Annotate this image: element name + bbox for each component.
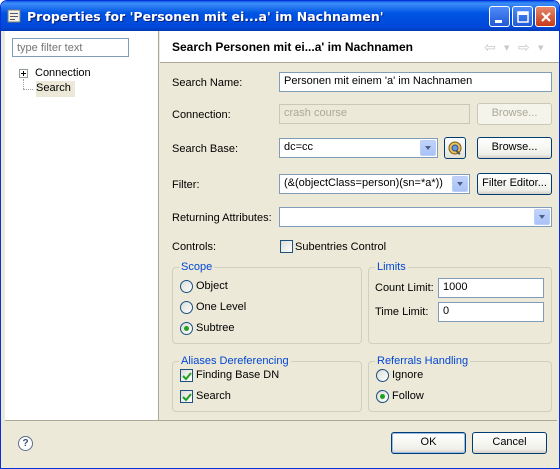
search-alias-checkbox[interactable] <box>180 390 193 403</box>
filter-editor-label: Filter Editor... <box>482 177 547 189</box>
controls-label: Controls: <box>172 241 217 253</box>
search-base-combo[interactable]: dc=cc <box>279 138 438 158</box>
minimize-icon <box>495 20 502 23</box>
subentries-control-checkbox[interactable] <box>280 240 293 253</box>
ok-button[interactable]: OK <box>391 432 466 454</box>
maximize-icon <box>517 11 529 23</box>
scope-one-level-radio[interactable] <box>180 301 193 314</box>
referrals-follow-radio[interactable] <box>376 390 389 403</box>
scope-group: Scope Object One Level Subtree <box>172 261 362 344</box>
properties-dialog: Properties for 'Personen mit ei...a' im … <box>0 0 560 469</box>
maximize-button[interactable] <box>512 6 533 27</box>
scope-subtree-radio[interactable] <box>180 322 193 335</box>
connection-label: Connection: <box>172 109 231 121</box>
limits-group: Limits Count Limit: 1000 Time Limit: 0 <box>368 261 552 344</box>
window-title: Properties for 'Personen mit ei...a' im … <box>27 9 384 24</box>
page-title: Search Personen mit ei...a' im Nachnamen <box>172 40 413 54</box>
count-limit-field[interactable]: 1000 <box>438 278 544 298</box>
preference-tree-pane: Connection Search <box>5 31 159 420</box>
chevron-down-icon[interactable] <box>534 209 550 225</box>
aliases-dereferencing-group: Aliases Dereferencing Finding Base DN Se… <box>172 355 362 412</box>
forward-dropdown-icon[interactable]: ▼ <box>538 44 543 52</box>
returning-attributes-combo[interactable] <box>279 207 552 227</box>
back-dropdown-icon[interactable]: ▼ <box>504 44 509 52</box>
scope-subtree-label[interactable]: Subtree <box>196 322 235 334</box>
chevron-down-icon[interactable] <box>452 176 468 192</box>
referrals-handling-group: Referrals Handling Ignore Follow <box>368 355 552 412</box>
referrals-group-title: Referrals Handling <box>375 355 471 367</box>
referrals-ignore-label[interactable]: Ignore <box>392 369 423 381</box>
search-name-field[interactable]: Personen mit einem 'a' im Nachnamen <box>279 72 552 92</box>
referrals-ignore-radio[interactable] <box>376 369 389 382</box>
tree-item-connection[interactable]: Connection <box>35 67 91 79</box>
tree-item-search[interactable]: Search <box>36 82 71 94</box>
directory-search-icon <box>448 141 462 155</box>
filter-text-input[interactable] <box>12 38 129 57</box>
connection-field: crash course <box>279 104 470 124</box>
scope-object-radio[interactable] <box>180 280 193 293</box>
chevron-down-icon[interactable] <box>420 140 436 156</box>
search-base-history-button[interactable] <box>444 137 466 159</box>
ok-label: OK <box>420 436 437 448</box>
help-icon[interactable]: ? <box>18 436 33 451</box>
limits-group-title: Limits <box>375 261 408 273</box>
count-limit-label: Count Limit: <box>375 282 434 294</box>
close-icon <box>541 12 551 22</box>
time-limit-field[interactable]: 0 <box>438 302 544 322</box>
filter-editor-button[interactable]: Filter Editor... <box>477 173 552 195</box>
finding-base-dn-checkbox[interactable] <box>180 369 193 382</box>
back-arrow-icon[interactable]: ⇦ <box>484 40 496 56</box>
search-name-label: Search Name: <box>172 77 243 89</box>
tree-expand-icon[interactable] <box>19 69 28 78</box>
filter-label: Filter: <box>172 179 200 191</box>
scope-one-level-label[interactable]: One Level <box>196 301 246 313</box>
forward-arrow-icon[interactable]: ⇨ <box>518 40 530 56</box>
properties-icon <box>7 9 21 23</box>
search-base-browse-button[interactable]: Browse... <box>477 137 552 159</box>
checkmark-icon <box>182 372 192 381</box>
dialog-button-bar: ? OK Cancel <box>5 420 557 466</box>
search-properties-page: Search Personen mit ei...a' im Nachnamen… <box>160 31 559 420</box>
cancel-button[interactable]: Cancel <box>472 432 547 454</box>
cancel-label: Cancel <box>492 436 527 448</box>
referrals-follow-label[interactable]: Follow <box>392 390 424 402</box>
browse-label: Browse... <box>491 141 538 153</box>
connection-browse-button: Browse... <box>477 103 552 125</box>
tree-connector <box>23 89 33 90</box>
filter-value: (&(objectClass=person)(sn=*a*)) <box>284 177 443 189</box>
tree-connector <box>23 79 24 89</box>
search-alias-label[interactable]: Search <box>196 390 231 402</box>
finding-base-dn-label[interactable]: Finding Base DN <box>196 369 279 381</box>
checkmark-icon <box>182 393 192 402</box>
scope-group-title: Scope <box>179 261 215 273</box>
returning-attributes-label: Returning Attributes: <box>172 212 272 224</box>
subentries-control-label[interactable]: Subentries Control <box>295 241 386 253</box>
close-button[interactable] <box>535 6 556 27</box>
scope-object-label[interactable]: Object <box>196 280 228 292</box>
title-bar[interactable]: Properties for 'Personen mit ei...a' im … <box>1 1 559 31</box>
aliases-group-title: Aliases Dereferencing <box>179 355 291 367</box>
minimize-button[interactable] <box>489 6 510 27</box>
search-base-label: Search Base: <box>172 143 239 155</box>
page-header: Search Personen mit ei...a' im Nachnamen… <box>160 31 559 63</box>
search-base-value: dc=cc <box>284 141 314 153</box>
time-limit-label: Time Limit: <box>375 306 429 318</box>
filter-combo[interactable]: (&(objectClass=person)(sn=*a*)) <box>279 174 470 194</box>
